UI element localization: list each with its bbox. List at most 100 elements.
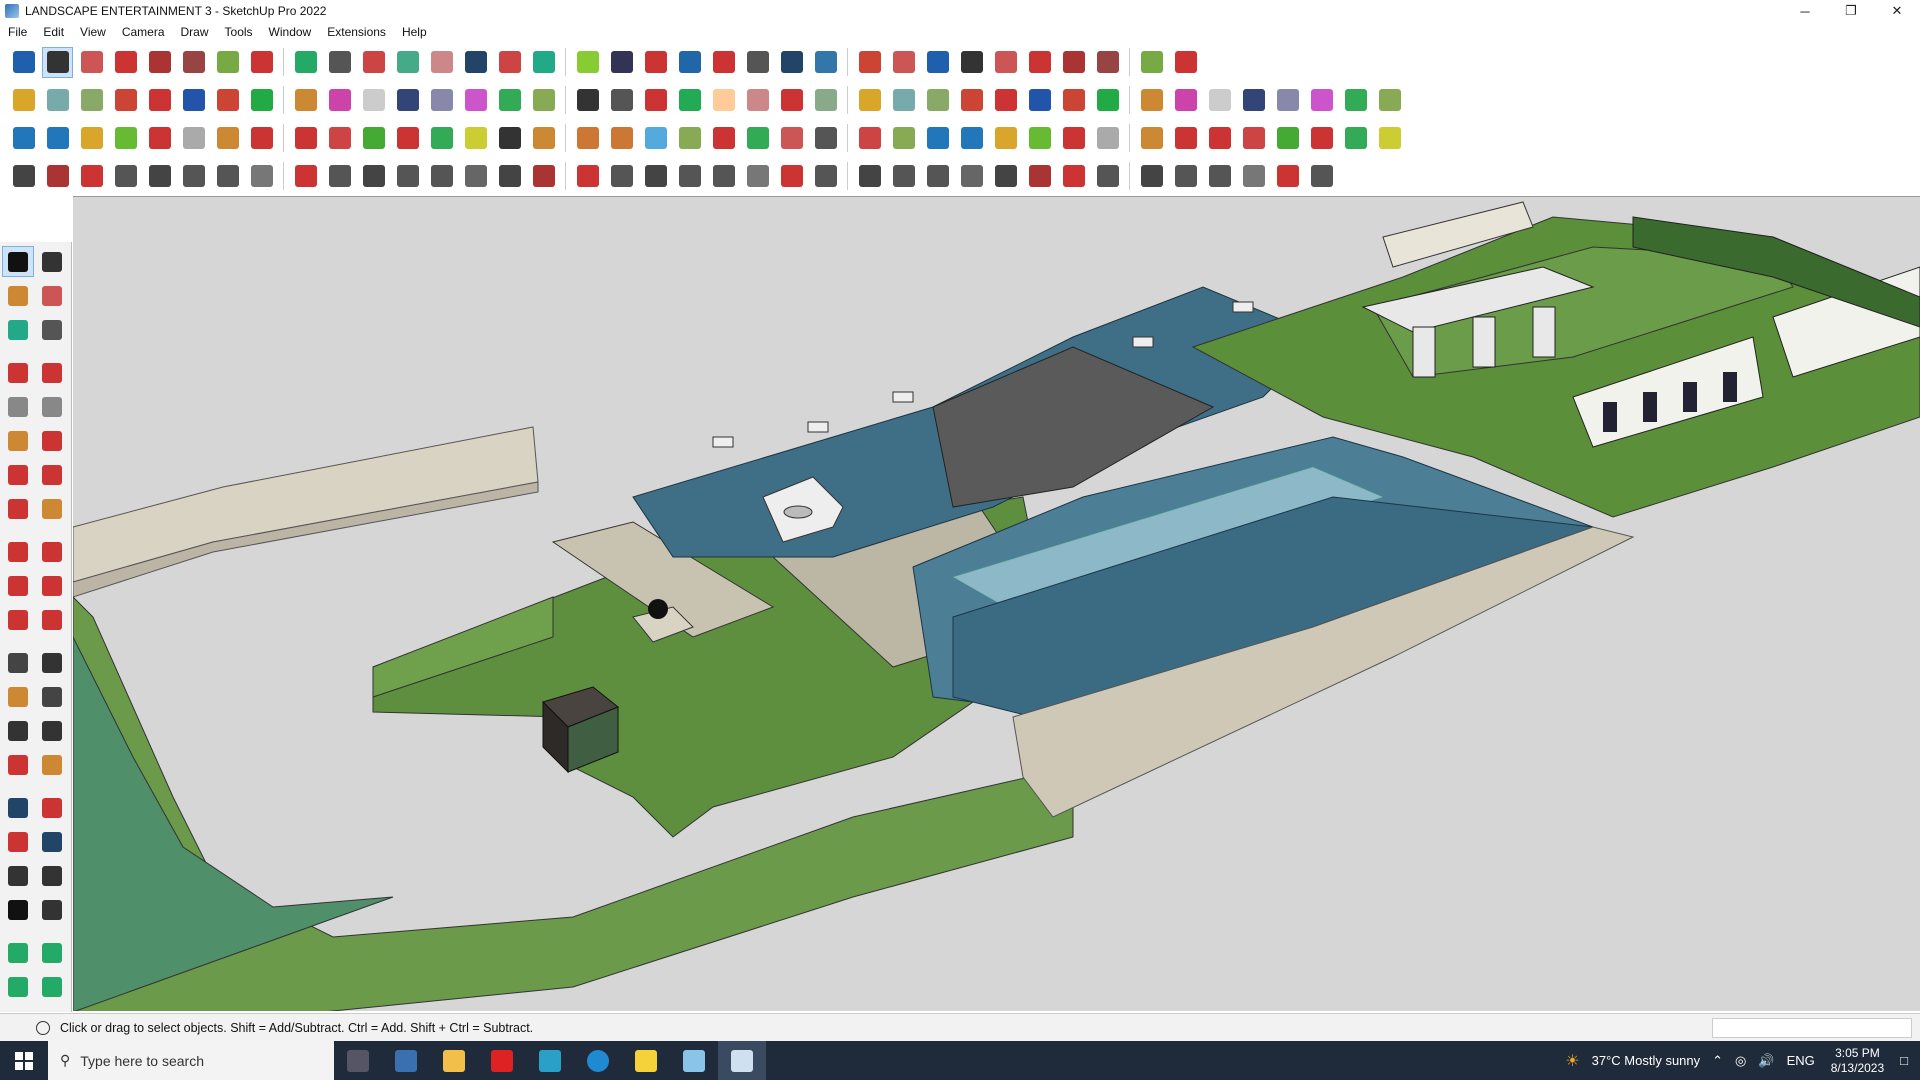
- toolbar-button-icon[interactable]: [742, 47, 773, 78]
- palette-tool-icon[interactable]: [2, 860, 34, 891]
- app-3-icon[interactable]: [526, 1041, 574, 1080]
- taskbar-search[interactable]: ⚲ Type here to search: [48, 1041, 334, 1080]
- toolbar-button-icon[interactable]: [460, 47, 491, 78]
- toolbar-button-icon[interactable]: [956, 85, 987, 116]
- palette-tool-icon[interactable]: [36, 749, 68, 780]
- network-icon[interactable]: ◎: [1735, 1053, 1746, 1069]
- palette-tool-icon[interactable]: [2, 459, 34, 490]
- toolbar-button-icon[interactable]: [640, 161, 671, 192]
- measurements-box[interactable]: [1712, 1018, 1912, 1038]
- toolbar-button-icon[interactable]: [922, 85, 953, 116]
- minimize-button[interactable]: ─: [1782, 0, 1828, 22]
- palette-tool-icon[interactable]: [36, 493, 68, 524]
- palette-tool-icon[interactable]: [36, 536, 68, 567]
- toolbar-button-icon[interactable]: [212, 85, 243, 116]
- toolbar-button-icon[interactable]: [8, 85, 39, 116]
- toolbar-button-icon[interactable]: [324, 47, 355, 78]
- toolbar-button-icon[interactable]: [144, 161, 175, 192]
- toolbar-button-icon[interactable]: [110, 123, 141, 154]
- toolbar-button-icon[interactable]: [1136, 47, 1167, 78]
- toolbar-button-icon[interactable]: [392, 123, 423, 154]
- toolbar-button-icon[interactable]: [42, 46, 73, 78]
- toolbar-button-icon[interactable]: [8, 47, 39, 78]
- toolbar-button-icon[interactable]: [1136, 161, 1167, 192]
- toolbar-button-icon[interactable]: [956, 161, 987, 192]
- toolbar-button-icon[interactable]: [1204, 85, 1235, 116]
- toolbar-button-icon[interactable]: [1340, 123, 1371, 154]
- toolbar-button-icon[interactable]: [708, 161, 739, 192]
- palette-tool-icon[interactable]: [36, 894, 68, 925]
- toolbar-button-icon[interactable]: [854, 85, 885, 116]
- toolbar-button-icon[interactable]: [810, 47, 841, 78]
- toolbar-button-icon[interactable]: [42, 123, 73, 154]
- toolbar-button-icon[interactable]: [888, 161, 919, 192]
- start-button[interactable]: [0, 1041, 48, 1080]
- palette-tool-icon[interactable]: [2, 681, 34, 712]
- toolbar-button-icon[interactable]: [1092, 85, 1123, 116]
- toolbar-button-icon[interactable]: [144, 47, 175, 78]
- edge-icon[interactable]: [574, 1041, 622, 1080]
- toolbar-button-icon[interactable]: [888, 47, 919, 78]
- palette-tool-icon[interactable]: [2, 570, 34, 601]
- toolbar-button-icon[interactable]: [42, 161, 73, 192]
- toolbar-button-icon[interactable]: [1092, 123, 1123, 154]
- toolbar-button-icon[interactable]: [358, 85, 389, 116]
- toolbar-button-icon[interactable]: [460, 85, 491, 116]
- toolbar-button-icon[interactable]: [1024, 161, 1055, 192]
- palette-tool-icon[interactable]: [36, 826, 68, 857]
- toolbar-button-icon[interactable]: [640, 47, 671, 78]
- toolbar-button-icon[interactable]: [572, 47, 603, 78]
- toolbar-button-icon[interactable]: [1024, 47, 1055, 78]
- toolbar-button-icon[interactable]: [1024, 123, 1055, 154]
- menu-window[interactable]: Window: [261, 25, 320, 39]
- palette-tool-icon[interactable]: [36, 391, 68, 422]
- toolbar-button-icon[interactable]: [358, 161, 389, 192]
- toolbar-button-icon[interactable]: [426, 47, 457, 78]
- palette-tool-icon[interactable]: [36, 715, 68, 746]
- toolbar-button-icon[interactable]: [1272, 161, 1303, 192]
- toolbar-button-icon[interactable]: [640, 123, 671, 154]
- palette-tool-icon[interactable]: [36, 459, 68, 490]
- palette-tool-icon[interactable]: [2, 792, 34, 823]
- palette-tool-icon[interactable]: [2, 971, 34, 1002]
- palette-tool-icon[interactable]: [2, 425, 34, 456]
- toolbar-button-icon[interactable]: [358, 123, 389, 154]
- toolbar-button-icon[interactable]: [1170, 85, 1201, 116]
- toolbar-button-icon[interactable]: [922, 161, 953, 192]
- palette-tool-icon[interactable]: [36, 937, 68, 968]
- toolbar-button-icon[interactable]: [1170, 161, 1201, 192]
- toolbar-button-icon[interactable]: [854, 161, 885, 192]
- menu-file[interactable]: File: [0, 25, 35, 39]
- toolbar-button-icon[interactable]: [572, 123, 603, 154]
- toolbar-button-icon[interactable]: [606, 47, 637, 78]
- palette-tool-icon[interactable]: [2, 826, 34, 857]
- toolbar-button-icon[interactable]: [426, 123, 457, 154]
- toolbar-button-icon[interactable]: [1204, 123, 1235, 154]
- toolbar-button-icon[interactable]: [708, 85, 739, 116]
- toolbar-button-icon[interactable]: [178, 161, 209, 192]
- toolbar-button-icon[interactable]: [8, 123, 39, 154]
- menu-edit[interactable]: Edit: [35, 25, 72, 39]
- palette-tool-icon[interactable]: [36, 971, 68, 1002]
- palette-tool-icon[interactable]: [2, 391, 34, 422]
- toolbar-button-icon[interactable]: [392, 85, 423, 116]
- toolbar-button-icon[interactable]: [1204, 161, 1235, 192]
- toolbar-button-icon[interactable]: [528, 161, 559, 192]
- toolbar-button-icon[interactable]: [392, 47, 423, 78]
- toolbar-button-icon[interactable]: [494, 123, 525, 154]
- menu-view[interactable]: View: [72, 25, 114, 39]
- palette-tool-icon[interactable]: [2, 604, 34, 635]
- toolbar-button-icon[interactable]: [494, 47, 525, 78]
- toolbar-button-icon[interactable]: [606, 123, 637, 154]
- language-indicator[interactable]: ENG: [1787, 1053, 1815, 1068]
- toolbar-button-icon[interactable]: [324, 123, 355, 154]
- toolbar-button-icon[interactable]: [494, 161, 525, 192]
- menu-camera[interactable]: Camera: [114, 25, 173, 39]
- restore-button[interactable]: ❐: [1828, 0, 1874, 22]
- toolbar-button-icon[interactable]: [212, 123, 243, 154]
- toolbar-button-icon[interactable]: [1136, 85, 1167, 116]
- toolbar-button-icon[interactable]: [246, 123, 277, 154]
- toolbar-button-icon[interactable]: [1092, 47, 1123, 78]
- palette-tool-icon[interactable]: [36, 570, 68, 601]
- toolbar-button-icon[interactable]: [460, 161, 491, 192]
